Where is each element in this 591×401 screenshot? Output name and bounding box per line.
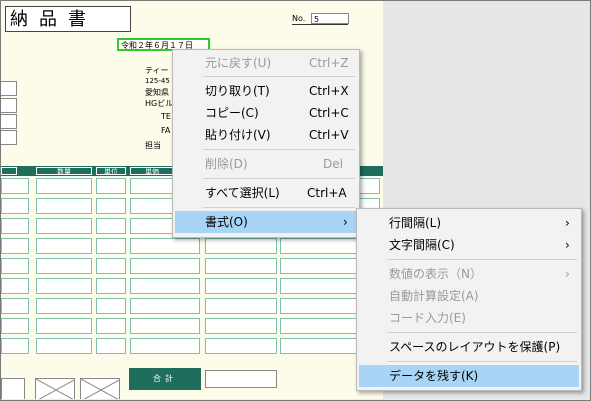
table-cell[interactable] [96, 338, 126, 354]
footer-field [1, 378, 25, 399]
submenu-item-line-spacing[interactable]: 行間隔(L) › [359, 212, 579, 234]
table-cell[interactable] [36, 258, 92, 274]
table-cell[interactable] [1, 198, 29, 214]
table-cell[interactable] [205, 278, 277, 294]
table-cell[interactable] [130, 298, 200, 314]
cross-icon [36, 379, 74, 399]
table-header-cell [1, 167, 17, 175]
submenu-item-auto-calc[interactable]: 自動計算設定(A) [359, 285, 579, 307]
table-cell[interactable] [130, 238, 200, 254]
table-cell[interactable] [96, 238, 126, 254]
table-cell[interactable] [130, 338, 200, 354]
cross-icon [81, 379, 119, 399]
menu-item-select-all[interactable]: すべて選択(L) Ctrl+A [175, 182, 357, 204]
table-cell[interactable] [130, 318, 200, 334]
table-cell[interactable] [205, 318, 277, 334]
table-cell[interactable] [1, 298, 29, 314]
table-header-price: 単価 [130, 167, 174, 176]
sender-tel: TE [161, 112, 171, 121]
menu-separator [387, 361, 577, 362]
table-cell[interactable] [1, 318, 29, 334]
table-header-quantity: 数量 [36, 167, 92, 176]
table-cell[interactable] [96, 258, 126, 274]
table-cell[interactable] [36, 278, 92, 294]
table-cell[interactable] [205, 298, 277, 314]
format-submenu: 行間隔(L) › 文字間隔(C) › 数値の表示（N） › 自動計算設定(A) … [356, 208, 582, 391]
no-field[interactable]: 5 [311, 13, 349, 24]
table-cell[interactable] [36, 318, 92, 334]
submenu-item-code-input[interactable]: コード入力(E) [359, 307, 579, 329]
table-cell[interactable] [1, 258, 29, 274]
menu-separator [387, 259, 577, 260]
sender-address: 愛知県 [145, 88, 169, 97]
menu-item-undo[interactable]: 元に戻す(U) Ctrl+Z [175, 52, 357, 74]
table-cell[interactable] [36, 198, 92, 214]
menu-item-paste[interactable]: 貼り付け(V) Ctrl+V [175, 124, 357, 146]
chevron-right-icon: › [565, 267, 570, 281]
sender-fax: FA [161, 126, 171, 135]
table-cell[interactable] [130, 278, 200, 294]
document-title: 納品書 [5, 6, 131, 32]
table-cell[interactable] [36, 338, 92, 354]
table-cell[interactable] [1, 178, 29, 194]
menu-separator [387, 332, 577, 333]
menu-item-delete[interactable]: 削除(D) Del [175, 153, 357, 175]
stamp-box [35, 378, 75, 399]
table-cell[interactable] [96, 218, 126, 234]
sum-label: 合計 [129, 368, 201, 390]
table-cell[interactable] [1, 238, 29, 254]
submenu-item-char-spacing[interactable]: 文字間隔(C) › [359, 234, 579, 256]
chevron-right-icon: › [565, 216, 570, 230]
table-cell[interactable] [36, 218, 92, 234]
table-cell[interactable] [96, 298, 126, 314]
table-cell[interactable] [205, 338, 277, 354]
menu-item-cut[interactable]: 切り取り(T) Ctrl+X [175, 80, 357, 102]
stamp-box [80, 378, 120, 399]
table-cell[interactable] [1, 218, 29, 234]
table-cell[interactable] [1, 278, 29, 294]
table-cell[interactable] [96, 198, 126, 214]
table-cell[interactable] [36, 298, 92, 314]
table-cell[interactable] [36, 238, 92, 254]
menu-separator [203, 149, 355, 150]
table-cell[interactable] [205, 238, 277, 254]
menu-item-copy[interactable]: コピー(C) Ctrl+C [175, 102, 357, 124]
left-field[interactable] [1, 98, 17, 113]
submenu-item-keep-data[interactable]: データを残す(K) [359, 365, 579, 387]
table-cell[interactable] [96, 318, 126, 334]
table-cell[interactable] [130, 258, 200, 274]
menu-separator [203, 76, 355, 77]
submenu-item-number-display[interactable]: 数値の表示（N） › [359, 263, 579, 285]
chevron-right-icon: › [343, 215, 348, 229]
table-header-unit: 単位 [96, 167, 126, 176]
table-cell[interactable] [96, 278, 126, 294]
submenu-item-protect-layout[interactable]: スペースのレイアウトを保護(P) [359, 336, 579, 358]
left-field[interactable] [1, 130, 17, 145]
sum-field[interactable] [205, 370, 277, 388]
chevron-right-icon: › [565, 238, 570, 252]
table-cell[interactable] [36, 178, 92, 194]
menu-item-format[interactable]: 書式(O) › [175, 211, 357, 233]
sender-zip: 125-45 [145, 77, 170, 85]
sender-building: HGビル [145, 99, 174, 108]
left-field[interactable] [1, 81, 17, 96]
context-menu: 元に戻す(U) Ctrl+Z 切り取り(T) Ctrl+X コピー(C) Ctr… [172, 49, 360, 238]
menu-separator [203, 207, 355, 208]
left-field[interactable] [1, 114, 17, 129]
menu-separator [203, 178, 355, 179]
table-cell[interactable] [1, 338, 29, 354]
table-cell[interactable] [96, 178, 126, 194]
sender-person: 担当 [145, 141, 161, 150]
table-cell[interactable] [205, 258, 277, 274]
sender-company: ティー [145, 66, 169, 75]
